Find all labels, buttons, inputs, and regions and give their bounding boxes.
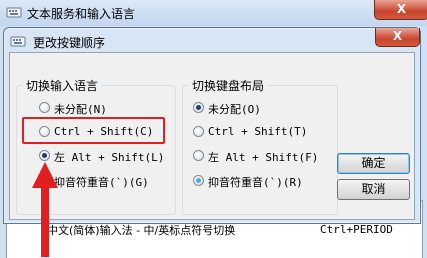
close-icon: X <box>396 2 407 16</box>
radio-button-hover[interactable] <box>193 175 204 186</box>
keyboard-icon <box>6 7 22 18</box>
option-label: 未分配(O) <box>208 103 261 116</box>
radio-button[interactable] <box>39 102 50 113</box>
group-title: 切换键盘布局 <box>192 79 265 93</box>
radio-button[interactable] <box>193 150 204 161</box>
close-icon: X <box>392 29 403 43</box>
outer-window-titlebar: 文本服务和输入语言 X <box>0 0 427 26</box>
hotkey-action-text: 中文(简体)输入法 - 中/英标点符号切换 <box>47 224 236 237</box>
radio-button-selected[interactable] <box>193 102 204 113</box>
option-label: Ctrl + Shift(T) <box>208 125 308 138</box>
radio-button-selected[interactable] <box>39 150 50 161</box>
dialog-title: 更改按键顺序 <box>33 36 106 50</box>
option-label: 左 Alt + Shift(L) <box>54 151 165 164</box>
up-arrow-annotation <box>32 162 58 257</box>
option-label: 未分配(N) <box>54 103 107 116</box>
keyboard-layout-group: 切换键盘布局 <box>182 77 338 215</box>
keyboard-icon <box>10 36 26 47</box>
ok-button[interactable]: 确定 <box>337 153 410 174</box>
highlight-box <box>22 117 165 144</box>
group-title: 切换输入语言 <box>26 79 99 93</box>
radio-button[interactable] <box>193 126 204 137</box>
outer-window-title: 文本服务和输入语言 <box>27 7 136 21</box>
outer-close-button[interactable]: X <box>374 0 427 20</box>
cancel-button[interactable]: 取消 <box>337 179 410 200</box>
option-label: 抑音符重音(`)(G) <box>54 176 149 189</box>
option-label: 抑音符重音(`)(R) <box>208 176 303 189</box>
dialog-close-button[interactable]: X <box>375 28 420 47</box>
hotkey-shortcut-text: Ctrl+PERIOD <box>320 223 393 236</box>
option-label: 左 Alt + Shift(F) <box>208 151 319 164</box>
